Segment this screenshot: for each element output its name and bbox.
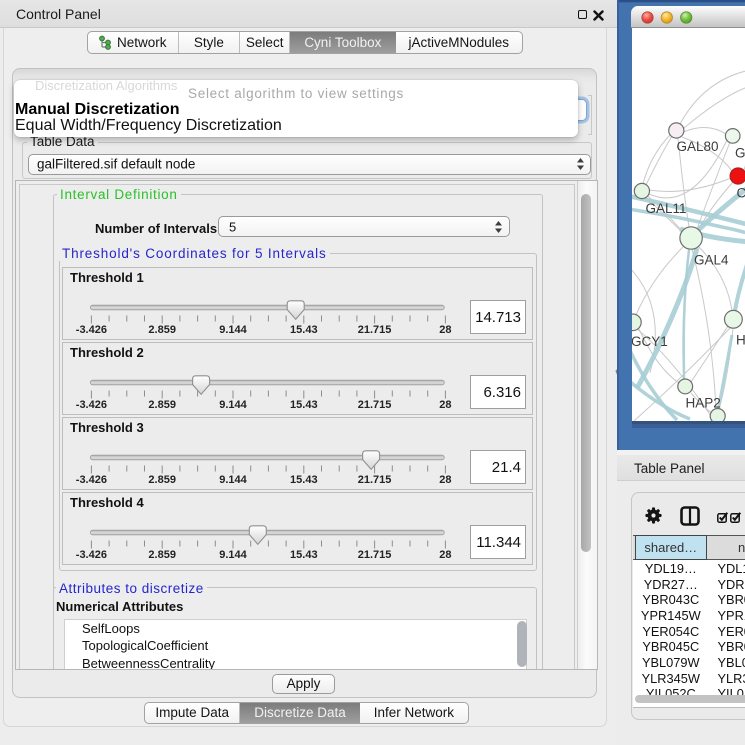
svg-text:GAL80: GAL80 xyxy=(676,139,718,154)
svg-text:GCY1: GCY1 xyxy=(632,334,668,349)
svg-text:H: H xyxy=(736,332,745,347)
svg-text:HAP2: HAP2 xyxy=(685,395,720,410)
svg-text:GAL11: GAL11 xyxy=(645,201,686,216)
svg-text:GA: GA xyxy=(735,145,745,160)
svg-text:GAL4: GAL4 xyxy=(694,252,729,267)
svg-text:C: C xyxy=(736,185,745,200)
